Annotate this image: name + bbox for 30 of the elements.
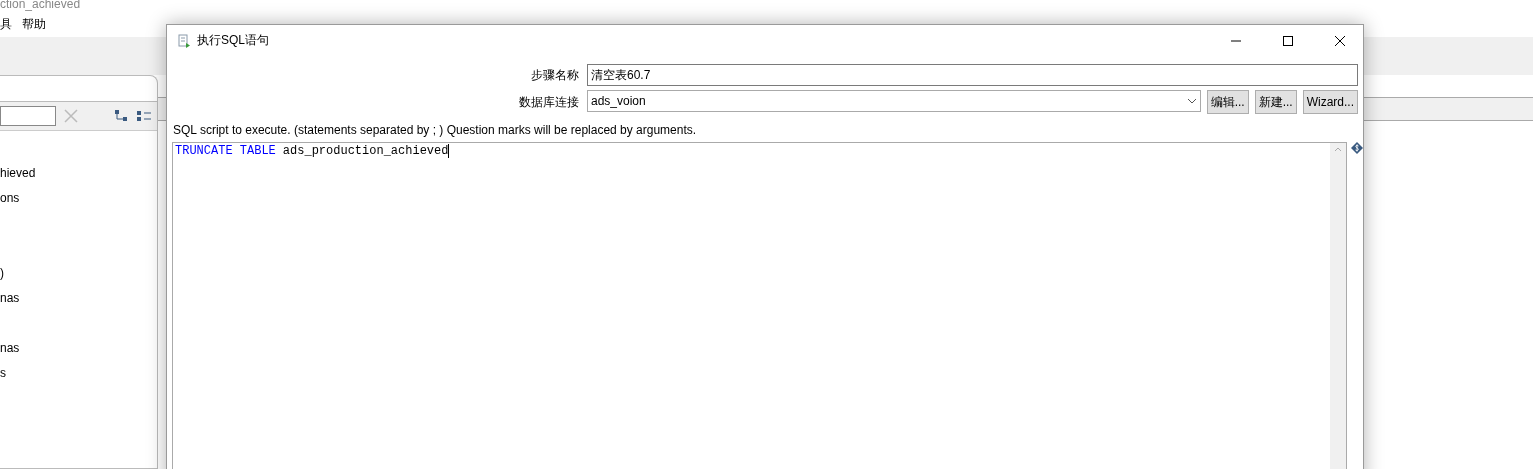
sql-text: ads_production_achieved xyxy=(282,144,449,158)
search-field[interactable] xyxy=(0,106,56,126)
dialog-button[interactable]: 编辑... xyxy=(1206,90,1249,114)
list-icon[interactable] xyxy=(136,109,152,123)
maximize-icon xyxy=(1282,34,1294,47)
field-label: 数据库连接 xyxy=(518,93,579,111)
chevron-down-icon xyxy=(1186,98,1197,104)
field-label: 步骤名称 xyxy=(530,66,579,84)
hierarchy-icon[interactable] xyxy=(114,109,128,123)
tree-item[interactable]: nas xyxy=(0,336,157,361)
sql-keyword: TRUNCATE TABLE xyxy=(175,144,276,158)
chevron-up-icon xyxy=(1334,147,1342,152)
connection-dropdown[interactable]: ads_voion xyxy=(587,90,1201,112)
tree-item[interactable]: s xyxy=(0,361,157,386)
window-title: ction_achieved xyxy=(0,0,82,12)
menu-item[interactable]: 具 xyxy=(0,16,12,33)
text-field[interactable]: 清空表60.7 xyxy=(587,64,1358,86)
tree-item[interactable]: hieved xyxy=(0,161,157,186)
script-icon xyxy=(177,33,191,48)
close-icon xyxy=(1334,34,1346,47)
dialog-title: 执行SQL语句 xyxy=(197,32,270,49)
tree-item[interactable]: nas xyxy=(0,286,157,311)
menu-item[interactable]: 帮助 xyxy=(22,16,46,33)
sql-editor[interactable]: TRUNCATE TABLE ads_production_achieved xyxy=(172,142,1347,469)
tree-item[interactable]: ) xyxy=(0,261,157,286)
dialog-button[interactable]: 新建... xyxy=(1254,90,1297,114)
scrollbar[interactable] xyxy=(1330,143,1346,469)
sql-hint: SQL script to execute. (statements separated by ; ) Question marks will be replaced by arguments. xyxy=(172,122,698,139)
dialog-button[interactable]: Wizard... xyxy=(1302,90,1358,114)
tree-item[interactable]: ons xyxy=(0,186,157,211)
